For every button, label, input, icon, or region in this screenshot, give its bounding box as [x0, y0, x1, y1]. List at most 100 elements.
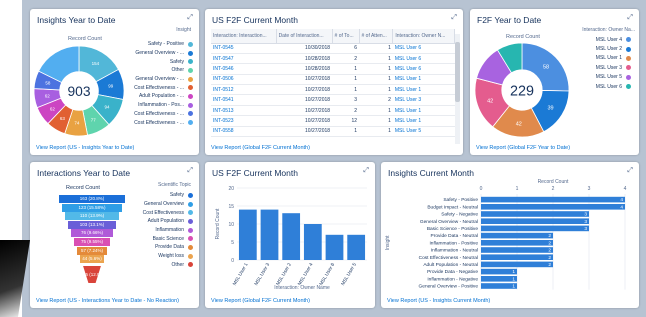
legend-item[interactable]: Weight loss — [133, 252, 193, 261]
table-row: INT-0547 10/28/2018 2 1 MSL User 6 — [211, 53, 455, 65]
legend-swatch — [188, 111, 193, 117]
legend-item[interactable]: Cost Effectiveness - ... — [113, 83, 193, 92]
legend-item[interactable]: MSL User 1 — [571, 54, 631, 63]
legend-item[interactable]: Other — [133, 261, 193, 270]
column-header[interactable]: # of Atten... — [359, 29, 394, 44]
column-header[interactable]: Date of Interaction... — [276, 29, 333, 44]
funnel-segment[interactable]: 75 (9.55%) — [74, 238, 110, 246]
legend-label: Inflammation - Pos... — [138, 102, 184, 109]
legend-item[interactable]: Inflammation - Pos... — [113, 101, 193, 110]
legend-item[interactable]: Adult Population — [133, 217, 193, 226]
legend-item[interactable]: MSL User 4 — [571, 35, 631, 44]
owner-link[interactable]: MSL User 6 — [392, 53, 455, 65]
interaction-link[interactable]: INT-0512 — [211, 84, 277, 96]
table-cell: 1 — [359, 53, 393, 65]
legend-label: MSL User 6 — [595, 83, 622, 90]
legend-item[interactable]: Basic Science — [133, 234, 193, 243]
owner-link[interactable]: MSL User 5 — [392, 126, 455, 138]
bar[interactable] — [481, 211, 589, 217]
view-report-link[interactable]: View Report (US - Insights Year to Date) — [36, 145, 134, 151]
interaction-link[interactable]: INT-0547 — [211, 53, 277, 65]
legend-swatch — [188, 59, 193, 65]
slice-value-label: 58 — [45, 80, 51, 85]
legend-item[interactable]: Cost Effectiveness - ... — [113, 118, 193, 127]
column-header[interactable]: Interaction: Interaction... — [211, 29, 277, 44]
bar[interactable] — [347, 234, 366, 260]
funnel-segment[interactable]: 123 (15.58%) — [62, 203, 122, 212]
bar[interactable] — [481, 225, 589, 232]
table-cell: 2 — [359, 94, 393, 106]
bar[interactable] — [481, 232, 553, 239]
legend-item[interactable]: General Overview — [133, 200, 193, 209]
interaction-link[interactable]: INT-0523 — [211, 115, 277, 127]
legend-label: Cost Effectiveness - ... — [134, 110, 184, 117]
table-scrollbar[interactable] — [455, 34, 460, 144]
legend-item[interactable]: Cost Effectiveness - ... — [113, 110, 193, 119]
view-report-link[interactable]: View Report (Global F2F Current Month) — [211, 298, 310, 304]
legend-item[interactable]: Safety - Positive — [113, 40, 193, 49]
interaction-link[interactable]: INT-0513 — [211, 105, 277, 117]
owner-link[interactable]: MSL User 1 — [392, 84, 455, 96]
expand-icon[interactable]: ⤢ — [187, 14, 193, 22]
interaction-link[interactable]: INT-0541 — [211, 94, 277, 106]
owner-link[interactable]: MSL User 3 — [392, 94, 455, 106]
owner-link[interactable]: MSL User 1 — [392, 115, 455, 127]
legend-item[interactable]: General Overview - ... — [113, 75, 193, 84]
owner-link[interactable]: MSL User 6 — [392, 63, 455, 75]
funnel-segment[interactable]: 57 (7.24%) — [77, 246, 107, 255]
funnel-segment[interactable]: 163 (20.8%) — [59, 195, 125, 203]
legend-item[interactable]: Safety — [133, 191, 193, 200]
interaction-link[interactable]: INT-0506 — [211, 74, 277, 86]
table-cell: 10/27/2018 — [276, 105, 333, 117]
bar[interactable] — [481, 196, 625, 203]
expand-icon[interactable]: ⤢ — [363, 167, 369, 175]
legend-swatch — [188, 192, 193, 198]
funnel-segment[interactable]: 103 (13.1%) — [68, 220, 116, 229]
funnel-segment[interactable]: 95 (12.09%) — [83, 265, 101, 283]
legend-item[interactable]: Other — [113, 66, 193, 75]
expand-icon[interactable]: ⤢ — [451, 14, 457, 22]
bar[interactable] — [238, 209, 257, 260]
interaction-link[interactable]: INT-0546 — [211, 63, 277, 75]
legend-item[interactable]: Inflammation — [133, 226, 193, 235]
bar[interactable] — [481, 240, 553, 246]
legend-item[interactable]: Safety — [113, 57, 193, 66]
table-cell: 10/27/2018 — [276, 126, 333, 138]
bar[interactable] — [481, 254, 553, 260]
view-report-link[interactable]: View Report (US - Interactions Year to D… — [36, 298, 179, 304]
funnel-segment[interactable]: 76 (9.66%) — [71, 229, 113, 238]
legend-item[interactable]: General Overview - ... — [113, 49, 193, 58]
legend-item[interactable]: MSL User 3 — [571, 63, 631, 72]
legend-item[interactable]: MSL User 5 — [571, 73, 631, 82]
bar[interactable] — [481, 247, 553, 253]
expand-icon[interactable]: ⤢ — [627, 14, 633, 22]
legend-item[interactable]: Cost Effectiveness — [133, 208, 193, 217]
legend-item[interactable]: Provide Data — [133, 243, 193, 252]
card-title: US F2F Current Month — [212, 15, 298, 25]
legend-item[interactable]: Adult Population - ... — [113, 92, 193, 101]
interaction-link[interactable]: INT-0545 — [211, 43, 277, 54]
view-report-link[interactable]: View Report (US - Insights Current Month… — [387, 298, 490, 304]
view-report-link[interactable]: View Report (Global F2F Current Month) — [211, 145, 310, 151]
column-header[interactable]: Interaction: Owner N... — [392, 29, 455, 44]
bar[interactable] — [481, 218, 589, 224]
slice-value-label: 58 — [543, 64, 549, 70]
scrollbar-thumb[interactable] — [455, 42, 460, 102]
view-report-link[interactable]: View Report (Global F2F Year to Date) — [476, 145, 570, 151]
column-header[interactable]: # of To... — [332, 29, 360, 44]
owner-link[interactable]: MSL User 1 — [392, 74, 455, 86]
funnel-segment[interactable]: 110 (13.9%) — [65, 212, 119, 221]
bar[interactable] — [325, 234, 344, 260]
bar[interactable] — [260, 209, 279, 260]
interaction-link[interactable]: INT-0558 — [211, 126, 277, 138]
funnel-segment[interactable]: 44 (5.6%) — [80, 255, 104, 264]
expand-icon[interactable]: ⤢ — [627, 167, 633, 175]
bar[interactable] — [481, 261, 553, 268]
legend-item[interactable]: MSL User 2 — [571, 44, 631, 53]
owner-link[interactable]: MSL User 1 — [392, 105, 455, 117]
owner-link[interactable]: MSL User 6 — [392, 43, 455, 54]
bar[interactable] — [303, 224, 322, 260]
bar[interactable] — [282, 213, 301, 260]
legend-item[interactable]: MSL User 6 — [571, 82, 631, 91]
bar[interactable] — [481, 204, 625, 210]
